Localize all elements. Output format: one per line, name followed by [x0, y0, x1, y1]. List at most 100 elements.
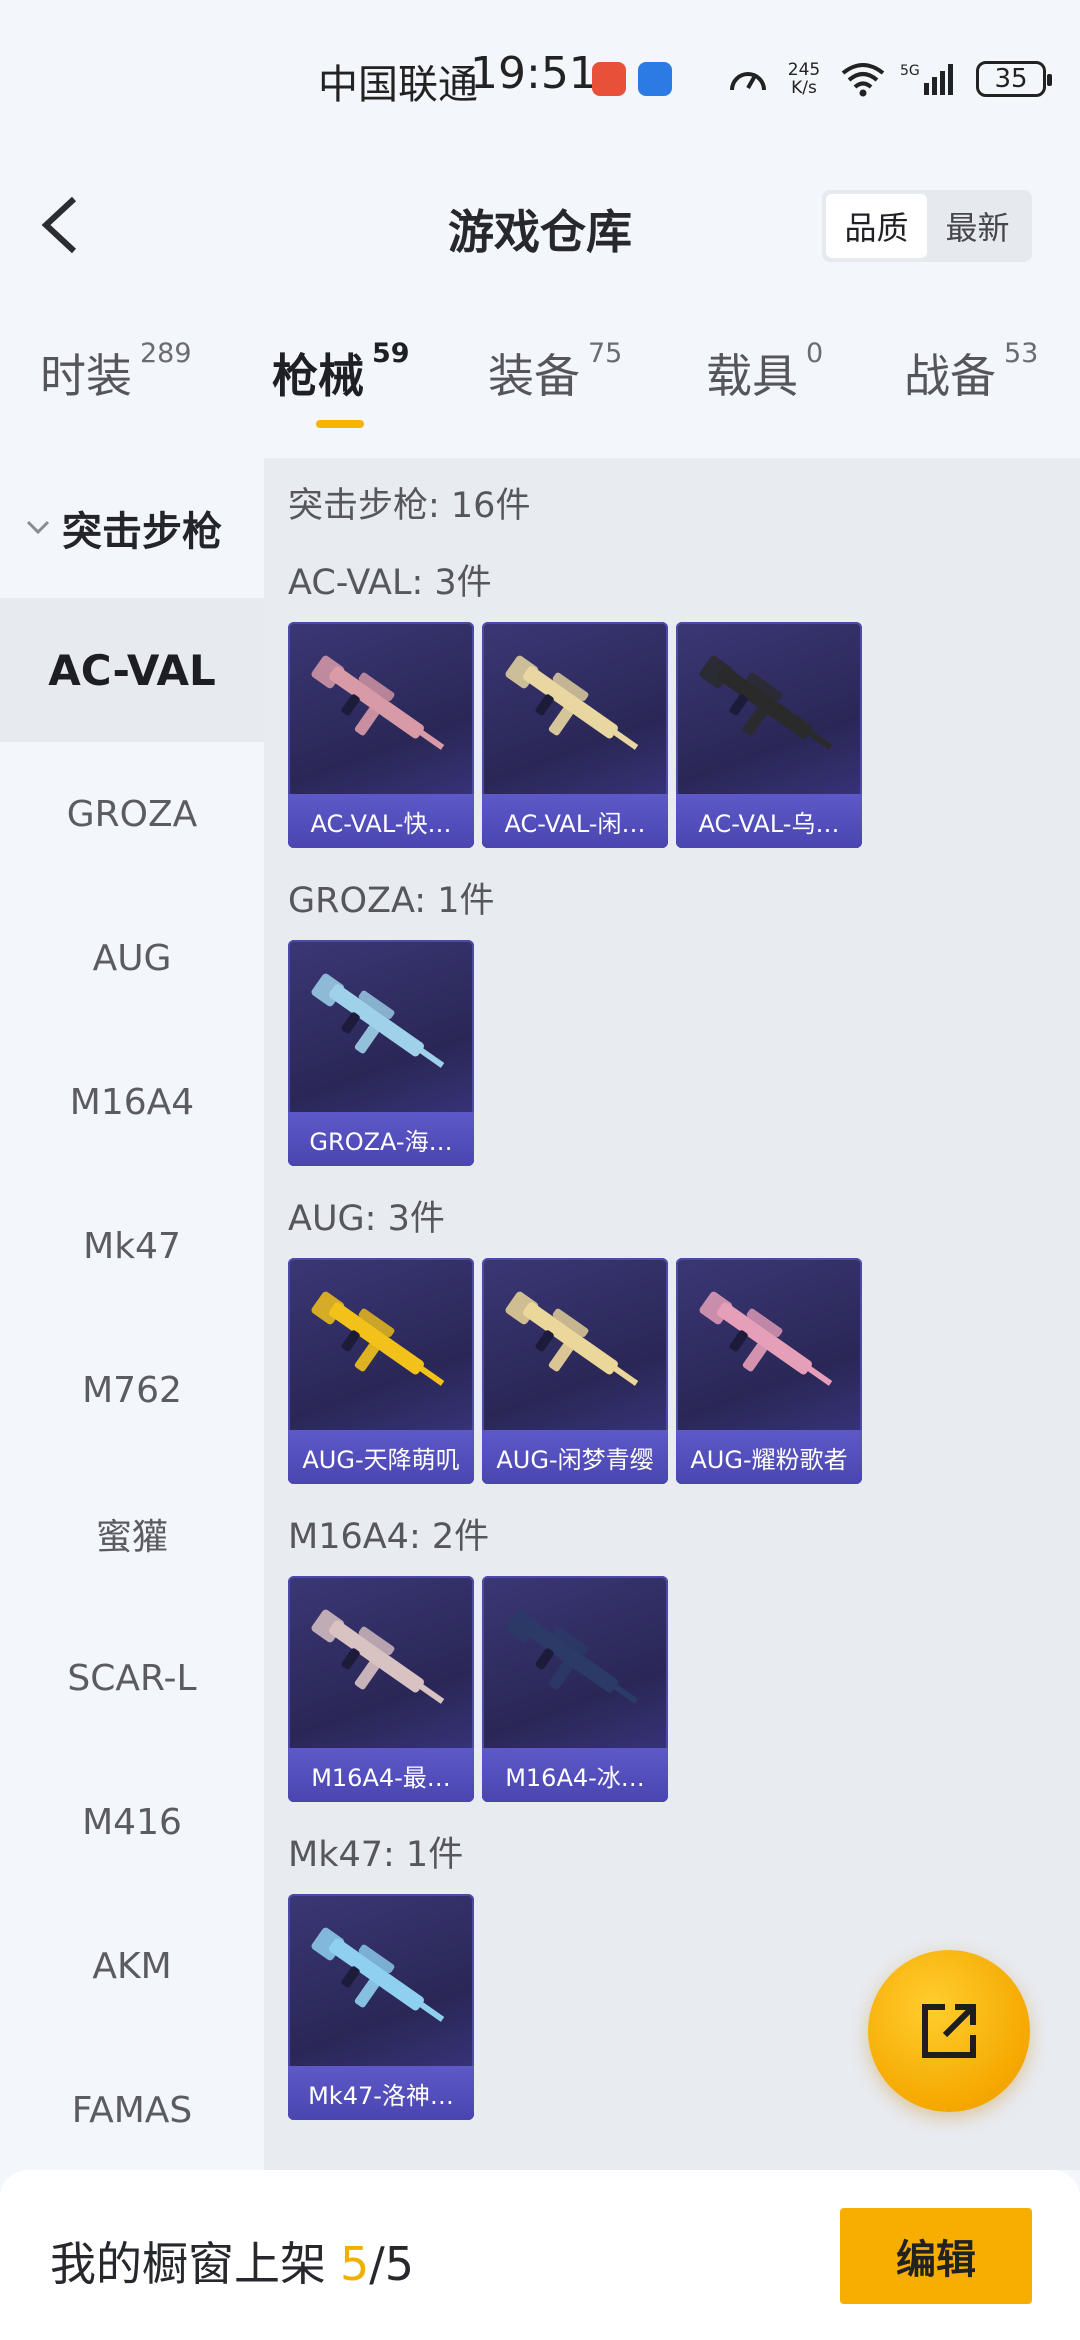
tab-count: 59	[372, 338, 410, 369]
skin-card[interactable]: Mk47-洛神…	[288, 1894, 474, 2120]
sidebar-item-honey-badger[interactable]: 蜜獾	[0, 1462, 264, 1606]
group-title-aug: AUG: 3件	[288, 1199, 445, 1239]
skin-name: AC-VAL-乌…	[676, 794, 862, 848]
net-speed: 245 K/s	[782, 61, 826, 97]
tab-label: 时装	[40, 349, 132, 403]
rifle-icon	[505, 1291, 639, 1386]
skin-card[interactable]: AC-VAL-快…	[288, 622, 474, 848]
sidebar-item-aug[interactable]: AUG	[0, 886, 264, 1030]
skin-card[interactable]: M16A4-冰…	[482, 1576, 668, 1802]
sidebar-item-scar-l[interactable]: SCAR-L	[0, 1606, 264, 1750]
skin-card[interactable]: GROZA-海…	[288, 940, 474, 1166]
rifle-icon	[311, 1927, 445, 2022]
cellular-signal-icon: 5G	[900, 61, 962, 97]
weapon-type-sidebar: 突击步枪 AC-VAL GROZA AUG M16A4 Mk47 M762 蜜獾…	[0, 458, 264, 2170]
status-bar: 中国联通 19:51 245 K/s 5G 35	[0, 0, 1080, 150]
rifle-icon	[311, 1609, 445, 1704]
page-header: 游戏仓库 品质 最新	[0, 170, 1080, 280]
skin-name: AC-VAL-快…	[288, 794, 474, 848]
carrier-label: 中国联通	[318, 62, 478, 108]
showcase-status: 我的橱窗上架 5 / 5	[50, 2228, 414, 2294]
rifle-icon	[311, 655, 445, 750]
bottom-bar: 我的橱窗上架 5 / 5 编辑	[0, 2170, 1080, 2340]
sidebar-item-m416[interactable]: M416	[0, 1750, 264, 1894]
skin-name: AUG-闲梦青缨	[482, 1430, 668, 1484]
group-title-mk47: Mk47: 1件	[288, 1835, 464, 1875]
skin-card[interactable]: AUG-闲梦青缨	[482, 1258, 668, 1484]
showcase-total-count: 5	[384, 2237, 415, 2291]
rifle-icon	[699, 655, 833, 750]
skin-name: AUG-天降萌叽	[288, 1430, 474, 1484]
net-speed-unit: K/s	[791, 78, 817, 98]
tab-count: 0	[806, 338, 824, 369]
tab-firearms[interactable]: 枪械 59	[272, 338, 410, 430]
svg-text:5G: 5G	[900, 63, 920, 79]
skin-card[interactable]: M16A4-最…	[288, 1576, 474, 1802]
rifle-icon	[699, 1291, 833, 1386]
skin-card[interactable]: AC-VAL-乌…	[676, 622, 862, 848]
share-button[interactable]	[868, 1950, 1030, 2112]
tab-count: 75	[588, 338, 623, 369]
tab-label: 战备	[904, 349, 996, 403]
sort-by-newest[interactable]: 最新	[927, 194, 1028, 258]
sidebar-item-groza[interactable]: GROZA	[0, 742, 264, 886]
group-title-m16a4: M16A4: 2件	[288, 1517, 490, 1557]
showcase-label: 我的橱窗上架	[50, 2237, 326, 2291]
sidebar-item-mk47[interactable]: Mk47	[0, 1174, 264, 1318]
group-title-ac-val: AC-VAL: 3件	[288, 563, 492, 603]
sidebar-item-ac-val[interactable]: AC-VAL	[0, 598, 264, 742]
sidebar-item-m16a4[interactable]: M16A4	[0, 1030, 264, 1174]
tab-label: 载具	[706, 349, 798, 403]
rifle-icon	[311, 973, 445, 1068]
skin-card[interactable]: AUG-耀粉歌者	[676, 1258, 862, 1484]
rifle-icon	[311, 1291, 445, 1386]
showcase-separator: /	[369, 2237, 385, 2291]
skin-card[interactable]: AC-VAL-闲…	[482, 622, 668, 848]
skin-card[interactable]: AUG-天降萌叽	[288, 1258, 474, 1484]
active-tab-indicator	[316, 420, 364, 428]
group-title-groza: GROZA: 1件	[288, 881, 495, 921]
share-icon	[922, 2004, 976, 2058]
sort-toggle: 品质 最新	[822, 190, 1032, 262]
tab-equipment[interactable]: 装备 75	[488, 338, 623, 430]
showcase-current-count: 5	[340, 2237, 370, 2291]
rifle-icon	[505, 1609, 639, 1704]
skin-name: GROZA-海…	[288, 1112, 474, 1166]
item-row-m16a4: M16A4-最… M16A4-冰…	[288, 1576, 1080, 1802]
category-summary: 突击步枪: 16件	[288, 486, 531, 526]
skin-name: AUG-耀粉歌者	[676, 1430, 862, 1484]
tab-label: 枪械	[272, 349, 364, 403]
category-tabs: 时装 289 枪械 59 装备 75 载具 0 战备 53	[0, 338, 1080, 440]
skin-name: M16A4-最…	[288, 1748, 474, 1802]
skin-name: M16A4-冰…	[482, 1748, 668, 1802]
speedometer-icon	[728, 62, 768, 96]
net-speed-value: 245	[787, 60, 821, 80]
item-row-ac-val: AC-VAL-快… AC-VAL-闲… AC-VAL-乌…	[288, 622, 1080, 848]
tab-fashion[interactable]: 时装 289	[40, 338, 192, 430]
rifle-icon	[505, 655, 639, 750]
chevron-down-icon	[22, 512, 54, 544]
sidebar-item-akm[interactable]: AKM	[0, 1894, 264, 2038]
edit-button[interactable]: 编辑	[840, 2208, 1032, 2304]
sidebar-item-m762[interactable]: M762	[0, 1318, 264, 1462]
tab-count: 53	[1004, 338, 1039, 369]
message-app-icon	[638, 62, 672, 96]
skin-name: AC-VAL-闲…	[482, 794, 668, 848]
notification-app-icon	[592, 62, 626, 96]
clock: 19:51	[470, 48, 597, 99]
sort-by-quality[interactable]: 品质	[826, 194, 927, 258]
item-row-aug: AUG-天降萌叽 AUG-闲梦青缨 AUG-耀粉歌者	[288, 1258, 1080, 1484]
battery-indicator: 35	[976, 61, 1052, 97]
sidebar-item-famas[interactable]: FAMAS	[0, 2038, 264, 2182]
tab-label: 装备	[488, 349, 580, 403]
skin-name: Mk47-洛神…	[288, 2066, 474, 2120]
sidebar-group-assault-rifles[interactable]: 突击步枪	[0, 458, 264, 598]
tab-supplies[interactable]: 战备 53	[904, 338, 1039, 430]
weapon-skin-list: 突击步枪: 16件 AC-VAL: 3件 AC-VAL-快… AC-VAL-闲……	[264, 458, 1080, 2170]
item-row-groza: GROZA-海…	[288, 940, 1080, 1166]
tab-vehicles[interactable]: 载具 0	[706, 338, 824, 430]
sidebar-group-label: 突击步枪	[62, 509, 222, 555]
wifi-icon	[840, 61, 886, 97]
status-icons: 245 K/s 5G 35	[728, 56, 1052, 102]
tab-count: 289	[140, 338, 192, 369]
